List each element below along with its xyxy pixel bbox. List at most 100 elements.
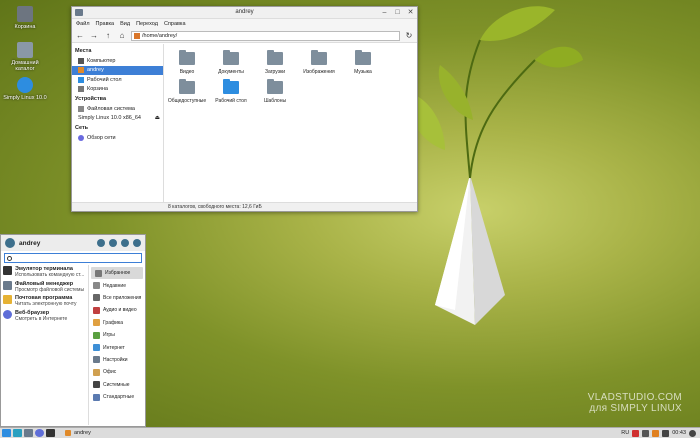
menu-view[interactable]: Вид (120, 21, 130, 27)
category-office[interactable]: Офис (89, 366, 145, 378)
all-apps-icon (93, 294, 100, 302)
sidebar-item-filesystem[interactable]: Файловая система (72, 104, 163, 114)
clock[interactable]: 00:43 (672, 430, 686, 436)
category-favorites[interactable]: Избранное (91, 267, 143, 280)
folder-item[interactable]: Шаблоны (254, 79, 296, 104)
desktop-icon-simply-linux[interactable]: Simply Linux 10.0 (2, 77, 48, 101)
system-tray: RU 00:43 (621, 429, 700, 437)
menu-go[interactable]: Переход (136, 21, 158, 27)
desktop-icon-trash[interactable]: Корзина (2, 6, 48, 30)
lock-icon[interactable] (109, 239, 117, 247)
file-view: Видео Документы Загрузки Изображения Муз… (164, 44, 417, 202)
category-all[interactable]: Все приложения (89, 292, 145, 304)
sidebar-item-network[interactable]: Обзор сети (72, 133, 163, 143)
menu-help[interactable]: Справка (164, 21, 186, 27)
browser-launcher-icon[interactable] (35, 429, 44, 437)
category-graphics[interactable]: Графика (89, 317, 145, 329)
category-label: Графика (103, 319, 123, 326)
network-icon[interactable] (642, 429, 650, 437)
downloads-folder-icon (267, 50, 283, 65)
desktop-icon (78, 76, 84, 83)
category-settings[interactable]: Настройки (89, 354, 145, 366)
sidebar-item-home[interactable]: andrey (72, 65, 163, 75)
start-menu-icon[interactable] (2, 429, 11, 437)
folder-item[interactable]: Видео (166, 50, 208, 75)
taskbar-window-button[interactable]: andrey (63, 430, 91, 436)
eject-icon[interactable]: ⏏ (155, 115, 160, 121)
menu-edit[interactable]: Правка (96, 21, 115, 27)
app-desc: Читать электронную почту (15, 301, 77, 307)
list-item-browser[interactable]: Веб-браузер Смотреть в Интернете (1, 309, 88, 324)
games-icon (93, 331, 100, 339)
category-accessories[interactable]: Стандартные (89, 391, 145, 403)
forward-icon[interactable]: → (89, 31, 99, 41)
minimize-button[interactable]: – (380, 8, 389, 17)
folder-item[interactable]: Изображения (298, 50, 340, 75)
folder-item[interactable]: Загрузки (254, 50, 296, 75)
file-manager-icon (3, 280, 12, 290)
file-manager-launcher-icon[interactable] (24, 429, 33, 437)
search-icon (7, 256, 12, 261)
maximize-button[interactable]: □ (393, 8, 402, 17)
sidebar-item-computer[interactable]: Компьютер (72, 56, 163, 66)
show-desktop-icon[interactable] (13, 429, 22, 437)
category-label: Игры (103, 332, 115, 339)
back-icon[interactable]: ← (75, 31, 85, 41)
reload-icon[interactable]: ↻ (404, 31, 414, 41)
sidebar-item-cdrom[interactable]: Simply Linux 10.0 x86_64 ⏏ (72, 114, 163, 124)
home-icon (65, 430, 71, 436)
sidebar-header-places: Места (75, 48, 92, 54)
list-item-terminal[interactable]: Эмулятор терминала Использовать командную… (1, 265, 88, 280)
up-icon[interactable]: ↑ (103, 31, 113, 41)
close-button[interactable]: ✕ (406, 8, 415, 17)
folder-label: Видео (179, 69, 195, 75)
list-item-mail[interactable]: Почтовая программа Читать электронную поч… (1, 294, 88, 309)
home-folder-icon (17, 42, 33, 58)
graphics-icon (93, 319, 100, 327)
sidebar-item-trash[interactable]: Корзина (72, 85, 163, 95)
updates-icon[interactable] (632, 429, 640, 437)
folder-item[interactable]: Рабочий стол (210, 79, 252, 104)
category-label: Стандартные (103, 394, 135, 401)
category-system[interactable]: Системные (89, 379, 145, 391)
desktop-icon-label: Корзина (14, 24, 36, 30)
sidebar-header-devices: Устройства (75, 96, 107, 102)
user-switch-icon[interactable] (121, 239, 129, 247)
folder-item[interactable]: Музыка (342, 50, 384, 75)
power-icon[interactable] (689, 429, 696, 437)
location-bar[interactable]: /home/andrey/ (131, 30, 400, 41)
toolbar: ← → ↑ ⌂ /home/andrey/ ↻ (72, 29, 417, 43)
list-item-file-manager[interactable]: Файловый менеджер Просмотр файловой систе… (1, 280, 88, 295)
category-recent[interactable]: Недавние (89, 279, 145, 291)
folder-item[interactable]: Документы (210, 50, 252, 75)
category-internet[interactable]: Интернет (89, 341, 145, 353)
sidebar-item-label: Файловая система (87, 105, 135, 112)
public-folder-icon (179, 79, 195, 94)
settings-icon[interactable] (97, 239, 105, 247)
templates-folder-icon (267, 79, 283, 94)
category-multimedia[interactable]: Аудио и видео (89, 304, 145, 316)
volume-icon[interactable] (662, 429, 670, 437)
file-manager-window: andrey – □ ✕ Файл Правка Вид Переход Спр… (71, 6, 418, 212)
desktop-icon-home[interactable]: Домашний каталог (2, 42, 48, 72)
sidebar-item-label: Корзина (87, 86, 108, 93)
sidebar-header-network: Сеть (75, 125, 89, 131)
sidebar-item-desktop[interactable]: Рабочий стол (72, 75, 163, 85)
folder-label: Изображения (303, 69, 335, 75)
taskbar: andrey RU 00:43 (0, 427, 700, 438)
warning-icon[interactable] (652, 429, 660, 437)
menu-file[interactable]: Файл (76, 21, 90, 27)
power-icon[interactable] (133, 239, 141, 247)
menu-header: andrey (1, 235, 145, 251)
category-label: Офис (103, 369, 117, 376)
keyboard-layout[interactable]: RU (621, 430, 629, 436)
home-icon[interactable]: ⌂ (117, 31, 127, 41)
folder-item[interactable]: Общедоступные (166, 79, 208, 104)
categories-list: Избранное Недавние Все приложения Аудио … (89, 265, 145, 425)
menubar: Файл Правка Вид Переход Справка (72, 19, 417, 29)
terminal-launcher-icon[interactable] (46, 429, 55, 437)
category-games[interactable]: Игры (89, 329, 145, 341)
category-label: Системные (103, 381, 130, 388)
search-input[interactable] (4, 253, 142, 263)
titlebar[interactable]: andrey – □ ✕ (72, 7, 417, 19)
